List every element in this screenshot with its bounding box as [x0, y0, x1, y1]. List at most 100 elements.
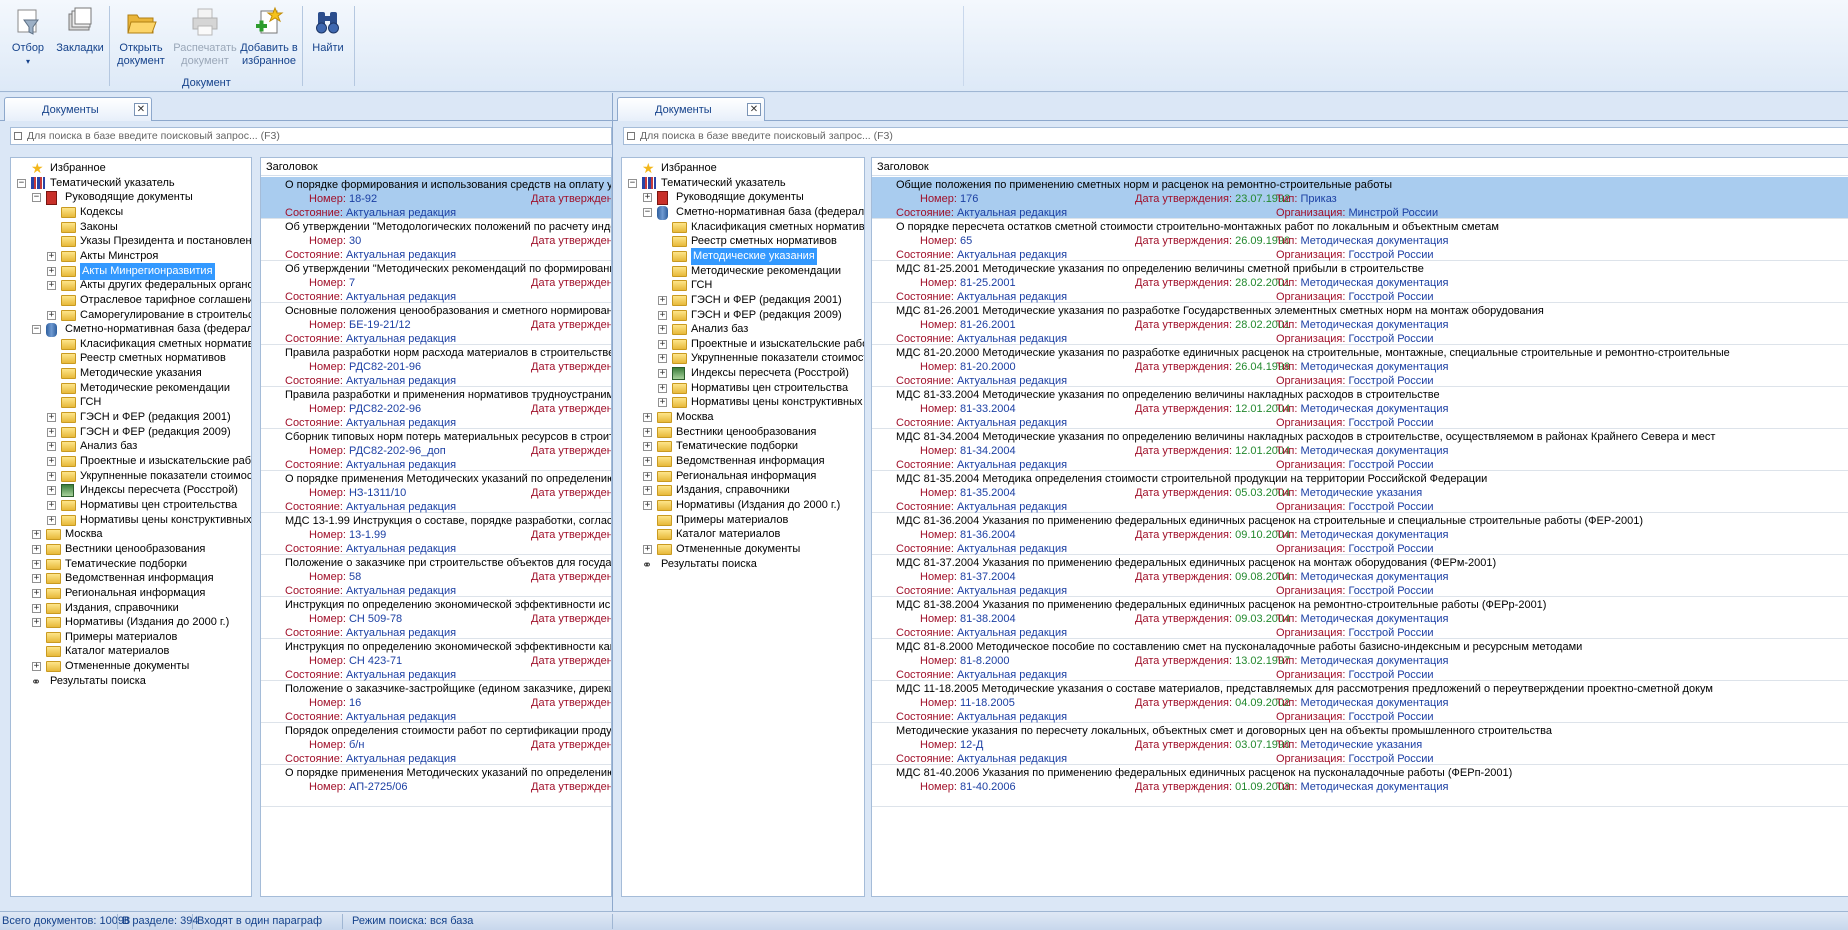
- expand-icon[interactable]: +: [47, 486, 56, 496]
- expand-icon[interactable]: +: [47, 413, 56, 423]
- expand-icon[interactable]: +: [643, 193, 652, 203]
- folder-icon: [657, 470, 672, 482]
- document-row[interactable]: МДС 13-1.99 Инструкция о составе, порядк…: [261, 513, 611, 555]
- collapse-icon[interactable]: −: [17, 178, 26, 188]
- close-icon[interactable]: ✕: [134, 103, 148, 116]
- document-row[interactable]: О порядке пересчета остатков сметной сто…: [872, 219, 1848, 261]
- expand-icon[interactable]: +: [658, 383, 667, 393]
- expand-icon[interactable]: +: [47, 471, 56, 481]
- document-row[interactable]: МДС 81-20.2000 Методические указания по …: [872, 345, 1848, 387]
- expand-icon[interactable]: +: [643, 486, 652, 496]
- expand-icon[interactable]: +: [32, 530, 41, 540]
- expand-icon[interactable]: +: [658, 310, 667, 320]
- document-row[interactable]: МДС 11-18.2005 Методические указания о с…: [872, 681, 1848, 723]
- document-title: МДС 81-38.2004 Указания по применению фе…: [896, 599, 1547, 611]
- expand-icon[interactable]: +: [643, 413, 652, 423]
- expand-icon[interactable]: +: [47, 515, 56, 525]
- collapse-icon[interactable]: −: [32, 193, 41, 203]
- document-row[interactable]: О порядке применения Методических указан…: [261, 765, 611, 807]
- expand-icon[interactable]: +: [47, 251, 56, 261]
- expand-icon[interactable]: +: [47, 427, 56, 437]
- tab-documents[interactable]: Документы ✕: [617, 97, 765, 121]
- document-number: Номер: РДС82-202-96: [309, 403, 421, 415]
- document-row[interactable]: Сборник типовых норм потерь материальных…: [261, 429, 611, 471]
- document-row[interactable]: МДС 81-35.2004 Методика определения стои…: [872, 471, 1848, 513]
- expand-icon[interactable]: +: [32, 559, 41, 569]
- column-header-title[interactable]: Заголовок: [261, 158, 611, 176]
- print-document-button[interactable]: Распечатать документ: [173, 6, 237, 74]
- expand-icon[interactable]: +: [32, 662, 41, 672]
- find-button[interactable]: Найти: [306, 6, 350, 74]
- document-row[interactable]: Положение о заказчике при строительстве …: [261, 555, 611, 597]
- tab-label: Документы: [42, 104, 99, 116]
- expand-icon[interactable]: +: [32, 574, 41, 584]
- add-to-favorites-button[interactable]: Добавить в избранное: [240, 6, 298, 74]
- expand-icon[interactable]: +: [658, 295, 667, 305]
- document-row[interactable]: МДС 81-38.2004 Указания по применению фе…: [872, 597, 1848, 639]
- document-row[interactable]: О порядке применения Методических указан…: [261, 471, 611, 513]
- document-row[interactable]: МДС 81-25.2001 Методические указания по …: [872, 261, 1848, 303]
- document-row[interactable]: МДС 81-33.2004 Методические указания по …: [872, 387, 1848, 429]
- open-document-button[interactable]: Открыть документ: [112, 6, 170, 74]
- document-type-label: Тип:: [1276, 361, 1298, 373]
- expand-icon[interactable]: +: [643, 544, 652, 554]
- expand-icon[interactable]: +: [32, 618, 41, 628]
- document-row[interactable]: МДС 81-37.2004 Указания по применению фе…: [872, 555, 1848, 597]
- document-row[interactable]: МДС 81-36.2004 Указания по применению фе…: [872, 513, 1848, 555]
- expand-icon[interactable]: +: [643, 427, 652, 437]
- document-row[interactable]: МДС 81-34.2004 Методические указания по …: [872, 429, 1848, 471]
- expand-icon[interactable]: +: [47, 457, 56, 466]
- filter-button[interactable]: Отбор ▾: [6, 6, 50, 74]
- document-row[interactable]: Методические указания по пересчету локал…: [872, 723, 1848, 765]
- expand-icon[interactable]: +: [658, 398, 667, 408]
- expand-icon[interactable]: +: [32, 544, 41, 554]
- document-row[interactable]: МДС 81-26.2001 Методические указания по …: [872, 303, 1848, 345]
- document-number-label: Номер:: [309, 655, 346, 667]
- document-number-value: 16: [348, 697, 362, 709]
- document-row[interactable]: Правила разработки норм расхода материал…: [261, 345, 611, 387]
- expand-icon[interactable]: +: [658, 354, 667, 364]
- document-row[interactable]: Об утверждении "Методических рекомендаци…: [261, 261, 611, 303]
- document-row[interactable]: Правила разработки и применения норматив…: [261, 387, 611, 429]
- close-icon[interactable]: ✕: [747, 103, 761, 116]
- expand-icon[interactable]: +: [658, 339, 667, 349]
- expand-icon[interactable]: +: [658, 369, 667, 379]
- search-input[interactable]: Для поиска в базе введите поисковый запр…: [623, 127, 1848, 145]
- document-type-value: Методическая документация: [1300, 655, 1449, 667]
- document-row[interactable]: МДС 81-40.2006 Указания по применению фе…: [872, 765, 1848, 807]
- splitter[interactable]: [254, 157, 258, 897]
- expand-icon[interactable]: +: [47, 281, 56, 291]
- document-row[interactable]: Инструкция по определению экономической …: [261, 639, 611, 681]
- expand-icon[interactable]: +: [643, 442, 652, 452]
- expand-icon[interactable]: +: [47, 310, 56, 320]
- expand-icon[interactable]: +: [32, 603, 41, 613]
- expand-icon[interactable]: +: [643, 500, 652, 510]
- expand-icon[interactable]: +: [643, 471, 652, 481]
- document-row[interactable]: МДС 81-8.2000 Методическое пособие по со…: [872, 639, 1848, 681]
- bookmarks-button[interactable]: Закладки: [54, 6, 106, 74]
- expand-icon[interactable]: +: [47, 442, 56, 452]
- collapse-icon[interactable]: −: [32, 325, 41, 335]
- expand-icon[interactable]: +: [47, 500, 56, 510]
- expand-icon[interactable]: +: [47, 266, 56, 276]
- expand-icon[interactable]: +: [32, 588, 41, 598]
- expand-icon[interactable]: +: [658, 325, 667, 335]
- document-row[interactable]: Основные положения ценообразования и сме…: [261, 303, 611, 345]
- document-org-label: Организация:: [1276, 375, 1346, 387]
- document-row[interactable]: Инструкция по определению экономической …: [261, 597, 611, 639]
- document-row[interactable]: Об утверждении "Методологических положен…: [261, 219, 611, 261]
- document-number: Номер: 58: [309, 571, 361, 583]
- right-tree: ★ Избранное − Тематический указатель + Руково…: [621, 157, 865, 897]
- document-row[interactable]: Общие положения по применению сметных но…: [872, 177, 1848, 219]
- document-row[interactable]: Порядок определения стоимости работ по с…: [261, 723, 611, 765]
- search-input[interactable]: Для поиска в базе введите поисковый запр…: [10, 127, 612, 145]
- document-row[interactable]: Положение о заказчике-застройщике (едино…: [261, 681, 611, 723]
- collapse-icon[interactable]: −: [628, 178, 637, 188]
- collapse-icon[interactable]: −: [643, 207, 652, 217]
- expand-icon[interactable]: +: [643, 457, 652, 466]
- column-header-title[interactable]: Заголовок: [872, 158, 1848, 176]
- document-row[interactable]: О порядке формирования и использования с…: [261, 177, 611, 219]
- document-state-label: Состояние:: [896, 627, 954, 639]
- tab-documents[interactable]: Документы ✕: [4, 97, 152, 121]
- document-title: Общие положения по применению сметных но…: [896, 179, 1393, 191]
